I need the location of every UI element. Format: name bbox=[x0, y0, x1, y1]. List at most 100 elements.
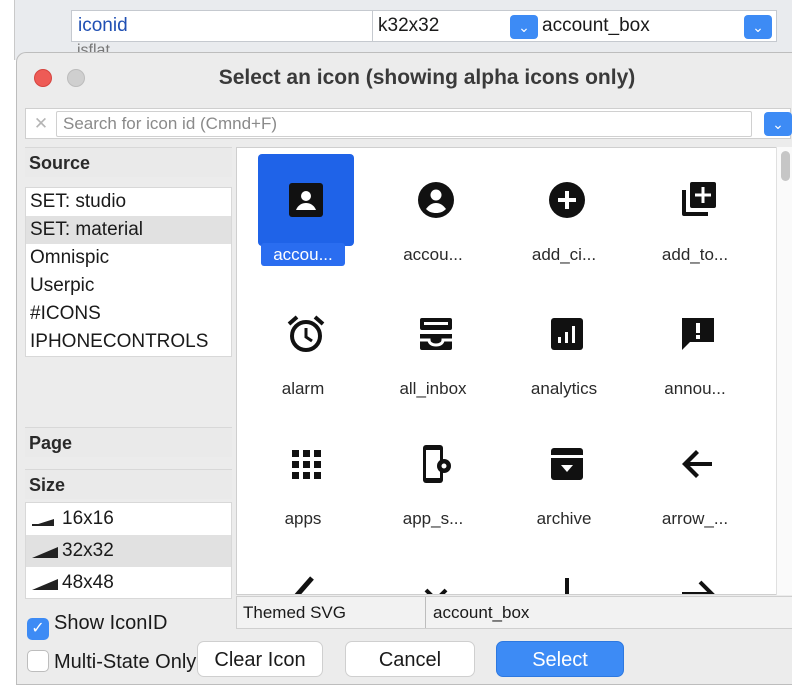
icon-tile[interactable] bbox=[258, 418, 354, 510]
size-signal-icon bbox=[30, 511, 60, 527]
icon-tile[interactable] bbox=[650, 154, 746, 246]
button-bar: Clear Icon Cancel Select bbox=[17, 639, 792, 679]
size-label: 48x48 bbox=[62, 572, 114, 593]
icon-cell[interactable]: arrow_... bbox=[630, 414, 760, 546]
icon-tile[interactable] bbox=[258, 288, 354, 380]
analytics-icon bbox=[551, 318, 583, 350]
vertical-scrollbar[interactable] bbox=[776, 147, 792, 595]
archive-icon bbox=[551, 448, 583, 480]
icon-tile[interactable] bbox=[258, 154, 354, 246]
arrow-back-ios-icon bbox=[294, 576, 314, 594]
icon-cell[interactable] bbox=[630, 544, 760, 594]
icon-cell[interactable]: archive bbox=[499, 414, 629, 546]
search-input[interactable] bbox=[56, 111, 752, 137]
icon-cell[interactable]: apps bbox=[238, 414, 368, 546]
apps-icon bbox=[292, 450, 321, 479]
size-label: 32x32 bbox=[62, 540, 114, 561]
size-signal-icon bbox=[30, 575, 60, 591]
size-value[interactable]: k32x32 bbox=[378, 11, 439, 41]
icon-label: annou... bbox=[630, 376, 760, 402]
checkbox-label: Show IconID bbox=[54, 612, 168, 634]
icon-tile[interactable] bbox=[650, 288, 746, 380]
icon-tile[interactable] bbox=[388, 548, 484, 594]
icon-label-text: archive bbox=[536, 509, 592, 528]
size-label: 16x16 bbox=[62, 508, 114, 529]
icon-cell[interactable] bbox=[238, 544, 368, 594]
clear-search-icon[interactable]: ✕ bbox=[30, 112, 52, 136]
icon-label: alarm bbox=[238, 376, 368, 402]
icon-picker-dialog: Select an icon (showing alpha icons only… bbox=[16, 52, 792, 685]
icon-cell[interactable] bbox=[499, 544, 629, 594]
icon-cell[interactable]: annou... bbox=[630, 284, 760, 416]
icon-cell[interactable]: accou... bbox=[368, 150, 498, 282]
icon-label-text: alarm bbox=[281, 379, 325, 398]
icon-label: archive bbox=[499, 506, 629, 532]
cancel-button[interactable]: Cancel bbox=[345, 641, 475, 677]
alarm-icon bbox=[287, 315, 325, 352]
arrow-drop-down-icon bbox=[424, 588, 448, 594]
icon-label-text: apps bbox=[284, 509, 322, 528]
icon-label-text: add_ci... bbox=[531, 245, 597, 264]
search-bar: ✕ ⌄ bbox=[25, 108, 792, 139]
icon-tile[interactable] bbox=[519, 418, 615, 510]
checkmark-icon[interactable]: ✓ bbox=[27, 618, 49, 640]
chevron-down-icon[interactable]: ⌄ bbox=[764, 112, 792, 136]
app-settings-icon bbox=[423, 445, 451, 483]
announcement-icon bbox=[682, 318, 714, 350]
arrow-forward-icon bbox=[682, 580, 715, 594]
show-iconid-checkbox[interactable]: ✓ Show IconID bbox=[27, 608, 168, 640]
icon-label-text: all_inbox bbox=[399, 379, 467, 398]
size-item[interactable]: 32x32 bbox=[26, 535, 231, 567]
icon-label-text: add_to... bbox=[661, 245, 729, 264]
icon-cell[interactable]: app_s... bbox=[368, 414, 498, 546]
filter-panel: Source SET: studio SET: material Omnispic U… bbox=[25, 147, 232, 673]
icon-label: add_ci... bbox=[499, 242, 629, 268]
property-row-iconid[interactable]: iconid k32x32 ⌄ account_box ⌄ bbox=[71, 10, 777, 42]
chevron-down-icon[interactable]: ⌄ bbox=[510, 15, 538, 39]
icon-type-label: Themed SVG bbox=[243, 603, 346, 622]
source-item[interactable]: #ICONS bbox=[26, 300, 231, 328]
icon-cell[interactable]: add_to... bbox=[630, 150, 760, 282]
size-item[interactable]: 48x48 bbox=[26, 567, 231, 599]
icon-label: app_s... bbox=[368, 506, 498, 532]
icon-tile[interactable] bbox=[388, 288, 484, 380]
icon-cell[interactable]: alarm bbox=[238, 284, 368, 416]
icon-tile[interactable] bbox=[519, 154, 615, 246]
source-item[interactable]: SET: material bbox=[26, 216, 231, 244]
icon-cell[interactable]: analytics bbox=[499, 284, 629, 416]
dialog-title: Select an icon (showing alpha icons only… bbox=[218, 66, 636, 89]
account-circle-icon bbox=[418, 182, 454, 218]
scrollbar-thumb[interactable] bbox=[781, 151, 790, 181]
icon-label-text: arrow_... bbox=[661, 509, 729, 528]
icon-label-text: annou... bbox=[664, 379, 726, 398]
icon-tile[interactable] bbox=[650, 418, 746, 510]
icon-cell[interactable]: accou... bbox=[238, 150, 368, 282]
icon-cell[interactable]: all_inbox bbox=[368, 284, 498, 416]
icon-tile[interactable] bbox=[519, 288, 615, 380]
source-header: Source bbox=[25, 147, 232, 177]
icon-label: add_to... bbox=[630, 242, 760, 268]
source-item[interactable]: SET: studio bbox=[26, 188, 231, 216]
source-item[interactable]: Omnispic bbox=[26, 244, 231, 272]
icon-tile[interactable] bbox=[519, 548, 615, 594]
icon-label: accou... bbox=[368, 242, 498, 268]
icon-cell[interactable]: add_ci... bbox=[499, 150, 629, 282]
source-item[interactable]: Userpic bbox=[26, 272, 231, 300]
icon-tile[interactable] bbox=[388, 418, 484, 510]
selected-icon-id: account_box bbox=[433, 603, 530, 622]
size-list: 16x16 32x32 48x48 bbox=[25, 502, 232, 599]
clear-icon-button[interactable]: Clear Icon bbox=[197, 641, 323, 677]
icon-label-text: accou... bbox=[261, 243, 345, 266]
icon-value[interactable]: account_box bbox=[542, 11, 650, 41]
icon-tile[interactable] bbox=[650, 548, 746, 594]
chevron-down-icon[interactable]: ⌄ bbox=[744, 15, 772, 39]
select-button[interactable]: Select bbox=[496, 641, 624, 677]
icon-cell[interactable] bbox=[368, 544, 498, 594]
icon-label: apps bbox=[238, 506, 368, 532]
all-inbox-icon bbox=[420, 318, 452, 350]
icon-tile[interactable] bbox=[388, 154, 484, 246]
size-item[interactable]: 16x16 bbox=[26, 503, 231, 535]
icon-tile[interactable] bbox=[258, 548, 354, 594]
icon-label: accou... bbox=[238, 242, 368, 268]
source-item[interactable]: IPHONECONTROLS bbox=[26, 328, 231, 356]
